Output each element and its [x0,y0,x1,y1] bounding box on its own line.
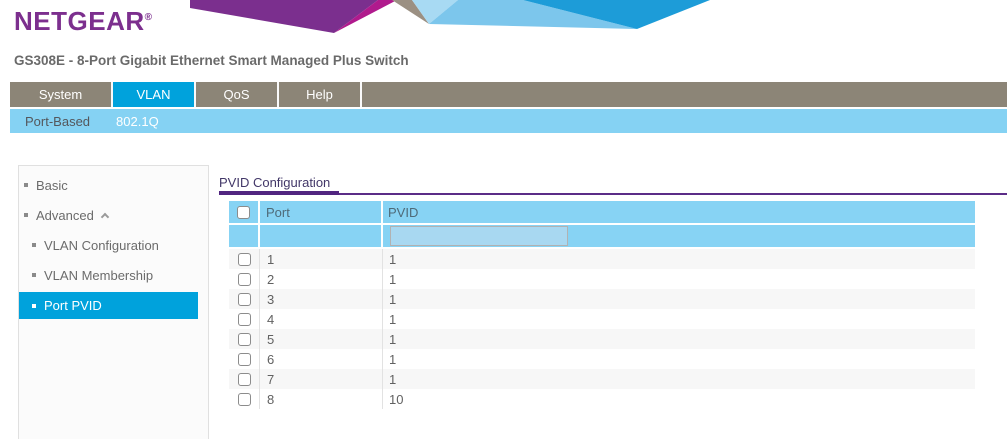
row-checkbox[interactable] [238,393,251,406]
port-cell: 1 [260,249,383,269]
bullet-icon [32,273,36,277]
row-checkbox[interactable] [238,293,251,306]
table-row: 1 1 [229,249,975,269]
tab-help[interactable]: Help [279,82,362,107]
tab-qos[interactable]: QoS [196,82,279,107]
subnav-item-8021q[interactable]: 802.1Q [116,114,159,129]
port-cell: 8 [260,389,383,409]
table-row: 2 1 [229,269,975,289]
tab-vlan[interactable]: VLAN [113,82,196,107]
sidebar-item-advanced[interactable]: Advanced [19,200,208,230]
netgear-logo: NETGEAR® [14,6,153,37]
sidebar-item-vlan-configuration[interactable]: VLAN Configuration [19,230,208,260]
select-all-checkbox[interactable] [237,206,250,219]
sidebar-item-label: VLAN Configuration [44,238,159,253]
table-header-row: Port PVID [229,201,975,225]
port-cell: 5 [260,329,383,349]
port-cell: 6 [260,349,383,369]
row-checkbox[interactable] [238,253,251,266]
bullet-icon [32,243,36,247]
row-checkbox-cell [229,349,260,369]
port-cell: 3 [260,289,383,309]
pvid-cell: 1 [383,329,975,349]
pvid-cell: 1 [383,309,975,329]
pvid-filter-input[interactable] [390,226,568,246]
chevron-up-icon [101,212,109,220]
sidebar-item-port-pvid[interactable]: Port PVID [19,292,198,319]
table-row: 7 1 [229,369,975,389]
bullet-icon [32,304,36,308]
bullet-icon [24,213,28,217]
table-row: 5 1 [229,329,975,349]
sidebar-item-label: VLAN Membership [44,268,153,283]
row-checkbox-cell [229,249,260,269]
page-title: PVID Configuration [219,175,330,190]
filter-checkbox-cell [229,225,260,247]
row-checkbox[interactable] [238,313,251,326]
port-cell: 2 [260,269,383,289]
bullet-icon [24,183,28,187]
header-banner-graphic [190,0,710,34]
table-row: 8 10 [229,389,975,409]
sidebar-item-basic[interactable]: Basic [19,170,208,200]
sidebar-item-label: Port PVID [44,298,102,313]
row-checkbox-cell [229,329,260,349]
port-cell: 4 [260,309,383,329]
table-row: 4 1 [229,309,975,329]
table-row: 3 1 [229,289,975,309]
row-checkbox-cell [229,309,260,329]
row-checkbox-cell [229,269,260,289]
row-checkbox[interactable] [238,273,251,286]
logo-text: NETGEAR [14,6,145,36]
subnav-item-port-based[interactable]: Port-Based [25,114,90,129]
pvid-cell: 1 [383,269,975,289]
row-checkbox-cell [229,389,260,409]
main-nav: System VLAN QoS Help [10,82,1007,107]
tab-system[interactable]: System [10,82,113,107]
sidebar-item-vlan-membership[interactable]: VLAN Membership [19,260,208,290]
pvid-cell: 1 [383,349,975,369]
header-checkbox-cell [229,201,260,223]
row-checkbox[interactable] [238,373,251,386]
sidebar-item-label: Basic [36,178,68,193]
pvid-cell: 1 [383,249,975,269]
sub-nav: Port-Based 802.1Q [10,109,1007,133]
title-rule-thick [219,191,339,195]
pvid-cell: 1 [383,289,975,309]
sidebar-item-label: Advanced [36,208,94,223]
table-filter-row [229,225,975,249]
column-header-port: Port [260,201,383,223]
page: NETGEAR® GS308E - 8-Port Gigabit Etherne… [0,0,1007,439]
device-title: GS308E - 8-Port Gigabit Ethernet Smart M… [14,53,409,68]
column-header-pvid: PVID [383,201,975,223]
filter-port-cell [260,225,383,247]
port-cell: 7 [260,369,383,389]
row-checkbox[interactable] [238,333,251,346]
pvid-cell: 10 [383,389,975,409]
sidebar: Basic Advanced VLAN Configuration VLAN M… [18,165,209,439]
row-checkbox-cell [229,369,260,389]
registered-mark: ® [145,12,153,23]
pvid-cell: 1 [383,369,975,389]
filter-pvid-cell [383,225,975,247]
pvid-table: Port PVID 1 1 2 1 3 1 [229,201,975,409]
table-row: 6 1 [229,349,975,369]
row-checkbox-cell [229,289,260,309]
row-checkbox[interactable] [238,353,251,366]
